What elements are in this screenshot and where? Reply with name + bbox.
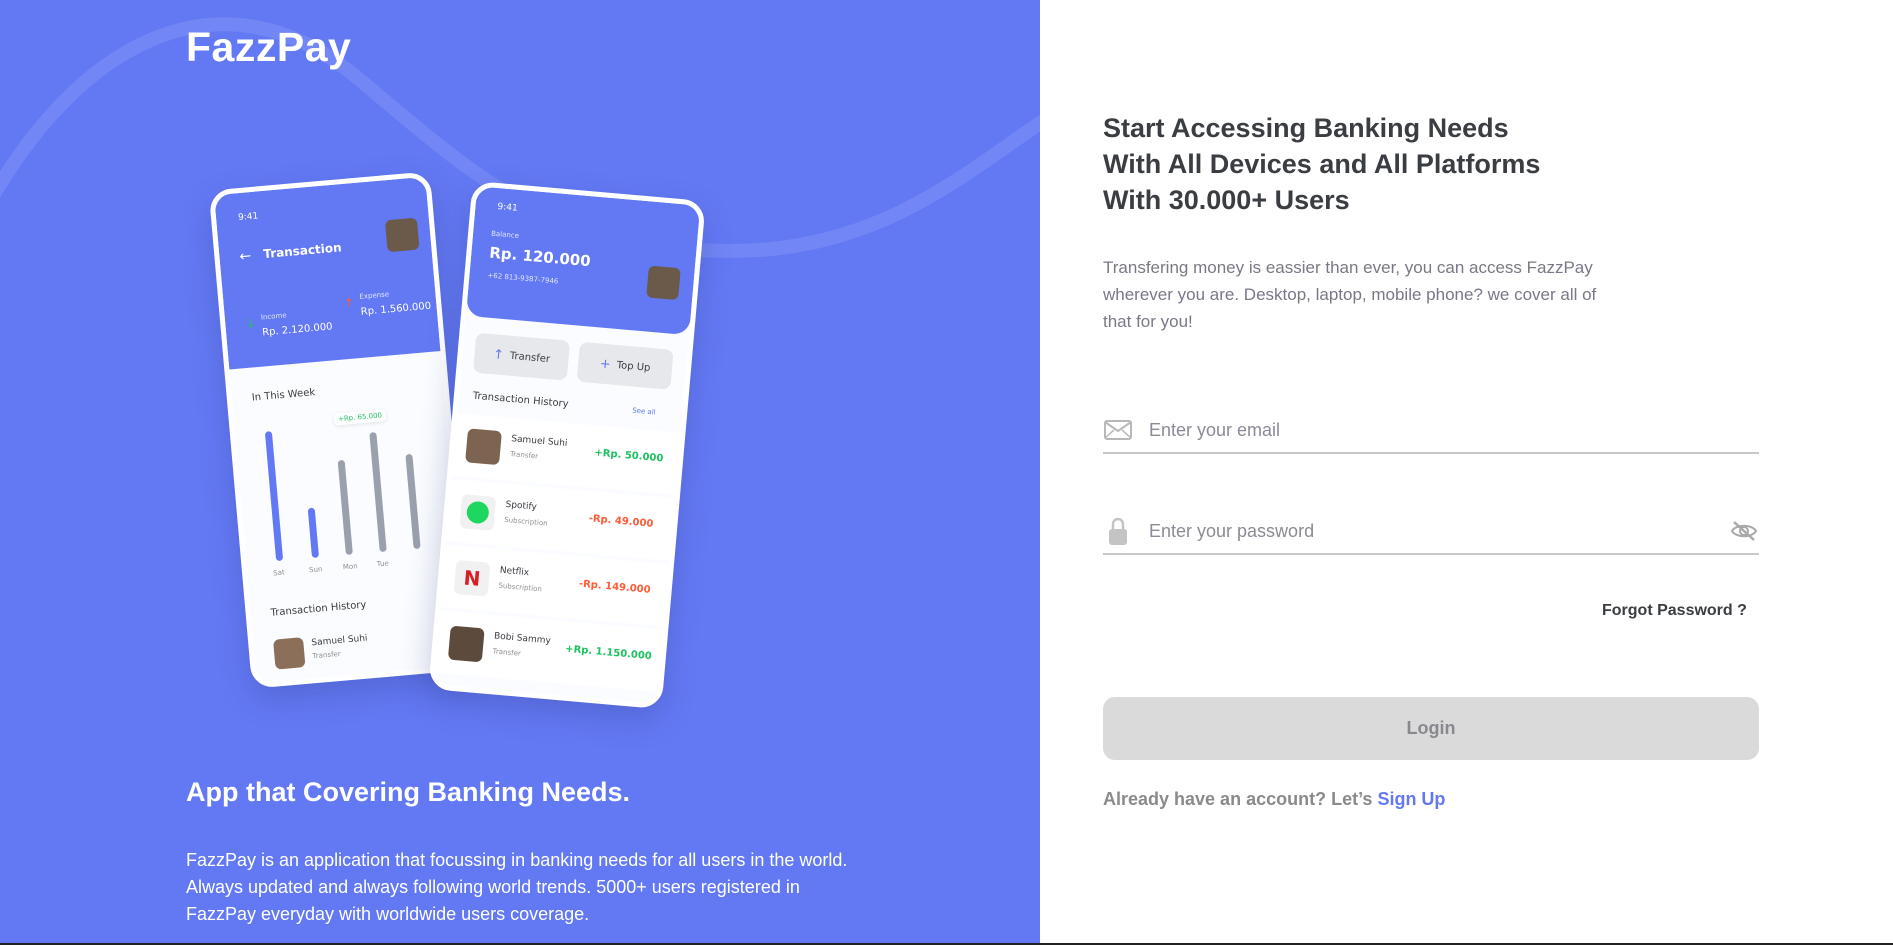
login-subtext: Transfering money is eassier than ever, … <box>1103 258 1597 331</box>
transaction-amount: -Rp. 149.000 <box>578 578 651 596</box>
signup-link[interactable]: Sign Up <box>1377 789 1445 809</box>
day-label: Tue <box>376 559 390 569</box>
status-time: 9:41 <box>237 211 259 224</box>
hero-panel: FazzPay 9:41 ← Transaction ↓ Income Rp. … <box>0 0 1040 943</box>
history-name: Samuel Suhi <box>311 633 368 649</box>
avatar <box>273 637 306 670</box>
netflix-icon: N <box>453 559 491 597</box>
lock-icon <box>1103 516 1133 546</box>
chart-bar <box>405 453 421 550</box>
transaction-amount: +Rp. 50.000 <box>593 447 664 465</box>
transfer-label: Transfer <box>509 350 551 365</box>
signup-prompt: Already have an account? Let’s Sign Up <box>1103 789 1445 810</box>
status-time: 9:41 <box>497 202 519 214</box>
day-label: Sat <box>272 568 286 578</box>
chart-bar <box>369 431 387 553</box>
day-label: Mon <box>342 562 359 572</box>
transaction-name: Spotify <box>505 499 538 513</box>
arrow-up-icon: ↑ <box>343 295 355 311</box>
history-title: Transaction History <box>472 390 569 410</box>
chart-tooltip: +Rp. 65.000 <box>333 409 387 426</box>
headline-line: Start Accessing Banking Needs <box>1103 113 1509 143</box>
transaction-type: Subscription <box>498 581 543 594</box>
spotify-icon <box>459 494 497 531</box>
history-title: Transaction History <box>270 599 367 619</box>
transaction-amount: +Rp. 1.150.000 <box>564 643 653 663</box>
topup-button: + Top Up <box>576 341 674 390</box>
chart-bar <box>307 507 320 559</box>
arrow-down-icon: ↓ <box>244 316 257 331</box>
transaction-name: Samuel Suhi <box>510 434 568 450</box>
back-arrow-icon: ← <box>238 248 252 266</box>
week-title: In This Week <box>251 387 316 404</box>
avatar <box>447 625 485 663</box>
transaction-type: Subscription <box>503 515 548 528</box>
headline-line: With All Devices and All Platforms <box>1103 149 1541 179</box>
history-type: Transfer <box>312 649 342 661</box>
transaction-name: Netflix <box>499 565 530 579</box>
login-button[interactable]: Login <box>1103 697 1759 760</box>
hero-title: App that Covering Banking Needs. <box>186 777 631 807</box>
mail-icon <box>1103 415 1133 445</box>
login-headline: Start Accessing Banking Needs With All D… <box>1103 110 1540 218</box>
forgot-password-link[interactable]: Forgot Password ? <box>1602 602 1747 620</box>
eye-off-icon[interactable] <box>1729 516 1759 546</box>
transaction-amount: -Rp. 49.000 <box>588 513 654 530</box>
avatar <box>646 265 681 301</box>
hero-description: FazzPay is an application that focussing… <box>186 850 848 924</box>
avatar <box>384 217 420 253</box>
arrow-up-icon: ↑ <box>492 346 505 363</box>
password-field <box>1103 509 1759 555</box>
topup-label: Top Up <box>616 359 651 374</box>
email-input[interactable] <box>1147 418 1759 442</box>
see-all-link: See all <box>631 406 656 417</box>
transaction-type: Transfer <box>492 647 522 658</box>
password-input[interactable] <box>1147 519 1729 543</box>
phone-mockup-transaction: 9:41 ← Transaction ↓ Income Rp. 2.120.00… <box>208 171 474 689</box>
transaction-type: Transfer <box>509 450 539 461</box>
plus-icon: + <box>599 356 612 372</box>
signup-prompt-text: Already have an account? Let’s <box>1103 789 1373 809</box>
avatar <box>465 428 502 466</box>
day-label: Sun <box>308 565 323 575</box>
headline-line: With 30.000+ Users <box>1103 185 1350 215</box>
chart-bar <box>337 459 353 556</box>
chart-bar <box>264 431 284 562</box>
email-field <box>1103 408 1759 454</box>
brand-logo: FazzPay <box>186 24 352 70</box>
transaction-name: Bobi Sammy <box>493 631 552 647</box>
phone-mockup-home: 9:41 Balance Rp. 120.000 +62 813-9387-79… <box>428 180 706 710</box>
transfer-button: ↑ Transfer <box>472 332 571 381</box>
